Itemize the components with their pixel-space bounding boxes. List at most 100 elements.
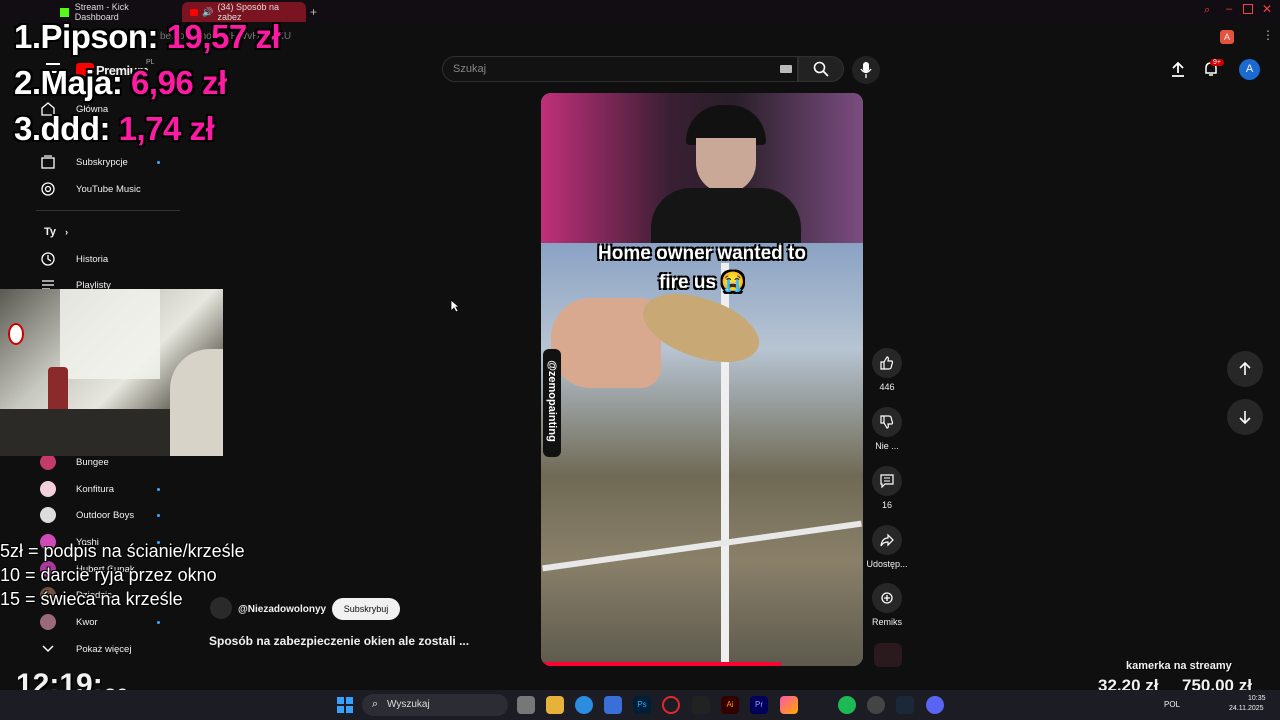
taskbar-search-label: Wyszukaj [387, 699, 430, 710]
sidebar-show-more[interactable]: Pokaż więcej [40, 639, 131, 659]
app-icon[interactable] [692, 696, 710, 714]
premiere-icon[interactable]: Pr [750, 696, 768, 714]
new-tab-button[interactable]: + [310, 5, 317, 19]
sidebar-item-label: Historia [76, 253, 109, 265]
file-explorer-icon[interactable] [546, 696, 564, 714]
channel-name[interactable]: @Niezadowolonyy [238, 604, 326, 615]
face [696, 138, 756, 193]
share-button[interactable]: Udostęp... [864, 525, 910, 569]
sidebar-item-subscriptions[interactable]: Subskrypcje [40, 152, 128, 172]
opera-gx-icon[interactable] [662, 696, 680, 714]
video-watermark: @zemopainting [546, 360, 558, 442]
kick-icon [60, 7, 69, 17]
notifications-badge: 9+ [1210, 59, 1224, 66]
comment-count: 16 [881, 500, 892, 510]
steam-icon[interactable] [896, 696, 914, 714]
dislike-label: Nie ... [875, 441, 899, 451]
chevron-down-icon [40, 641, 56, 657]
sidebar-channel[interactable]: Konfitura [40, 479, 114, 499]
channel-avatar [40, 481, 56, 497]
video-progress-bar[interactable] [541, 662, 781, 666]
remix-label: Remiks [871, 617, 902, 627]
speaker-icon: 🔊 [202, 6, 214, 17]
sidebar-item-youtube-music[interactable]: YouTube Music [40, 179, 141, 199]
channel-avatar [40, 454, 56, 470]
sidebar-you-heading[interactable]: Ty › [44, 226, 68, 238]
like-button[interactable]: 446 [870, 348, 904, 392]
windows-start-icon[interactable] [337, 697, 353, 713]
comment-icon [880, 474, 894, 488]
maximize-icon[interactable] [1243, 4, 1253, 14]
previous-short-button[interactable] [1227, 351, 1263, 387]
share-label: Udostęp... [866, 559, 908, 569]
account-avatar[interactable]: A [1239, 59, 1260, 80]
taskbar-search[interactable]: ⌕ Wyszukaj [362, 694, 508, 716]
donation-amount: 19,57 zł [166, 18, 281, 55]
new-content-dot [157, 621, 160, 624]
keyboard-language[interactable]: POL [1164, 700, 1180, 709]
browser-menu-icon[interactable]: ⋮ [1262, 28, 1274, 42]
shirt [651, 188, 801, 243]
minimize-icon[interactable]: – [1226, 3, 1232, 15]
remix-icon [881, 592, 893, 604]
remix-button[interactable]: Remiks [870, 583, 904, 627]
comments-button[interactable]: 16 [870, 466, 904, 510]
video-caption: Home owner wanted to fire us 😭 [541, 239, 863, 297]
new-content-dot [157, 488, 160, 491]
short-video-player[interactable]: Home owner wanted to fire us 😭 @zemopain… [541, 93, 863, 666]
donation-leaderboard-3: 3.ddd: 1,74 zł [14, 110, 215, 148]
like-count: 446 [879, 382, 895, 392]
taskbar-date[interactable]: 24.11.2025 [1229, 705, 1264, 712]
sidebar-channel[interactable]: Kwor [40, 612, 98, 632]
sidebar-item-label: Subskrypcje [76, 156, 128, 168]
search-input[interactable]: Szukaj [442, 56, 798, 82]
search-tabs-icon[interactable]: ⌕ [1204, 4, 1210, 17]
person [170, 349, 223, 456]
search-button[interactable] [798, 56, 844, 82]
sidebar-item-label: Pokaż więcej [76, 643, 132, 655]
channel-avatar[interactable] [210, 597, 232, 619]
share-icon [880, 533, 894, 547]
short-title[interactable]: Sposób na zabezpieczenie okien ale zosta… [209, 634, 469, 648]
webcam-overlay [0, 289, 223, 456]
task-view-icon[interactable] [517, 696, 535, 714]
next-short-button[interactable] [1227, 399, 1263, 435]
youtube-music-icon [40, 181, 56, 197]
taskbar-time[interactable]: 10:35 [1248, 695, 1266, 702]
donation-rule: 15 = świeca na krześle [0, 589, 183, 609]
keyboard-icon[interactable] [780, 65, 792, 73]
history-icon [40, 251, 56, 267]
caption-line: Home owner wanted to [598, 243, 806, 264]
channel-name: Kwor [76, 616, 98, 628]
subscriptions-icon [40, 154, 56, 170]
arrow-down-icon [1239, 411, 1251, 424]
discord-icon[interactable] [926, 696, 944, 714]
upload-icon[interactable] [1171, 61, 1185, 77]
photoshop-icon[interactable]: Ps [633, 696, 651, 714]
channel-avatar [40, 614, 56, 630]
donation-rule: 5zł = podpis na ścianie/krześle [0, 541, 245, 561]
arrow-up-icon [1239, 362, 1251, 375]
edge-icon[interactable] [575, 696, 593, 714]
subscribe-button[interactable]: Subskrybuj [332, 598, 400, 620]
sidebar-channel[interactable]: Outdoor Boys [40, 505, 134, 525]
microphone-icon [860, 62, 872, 78]
illustrator-icon[interactable]: Ai [721, 696, 739, 714]
close-window-icon[interactable]: ✕ [1262, 2, 1272, 16]
search-icon [813, 61, 829, 77]
donation-leaderboard-2: 2.Maja: 6,96 zł [14, 64, 227, 102]
spotify-icon[interactable] [838, 696, 856, 714]
dislike-button[interactable]: Nie ... [870, 407, 904, 451]
sidebar-item-history[interactable]: Historia [40, 249, 108, 269]
app-icon[interactable] [780, 696, 798, 714]
window-scene [541, 243, 863, 666]
sidebar-divider [36, 210, 180, 211]
profile-icon[interactable]: A [1220, 30, 1234, 44]
sound-thumbnail[interactable] [874, 643, 902, 667]
voice-search-button[interactable] [852, 56, 880, 84]
store-icon[interactable] [604, 696, 622, 714]
channel-avatar [40, 507, 56, 523]
new-content-dot [157, 514, 160, 517]
app-icon[interactable] [867, 696, 885, 714]
search-icon: ⌕ [372, 698, 379, 710]
